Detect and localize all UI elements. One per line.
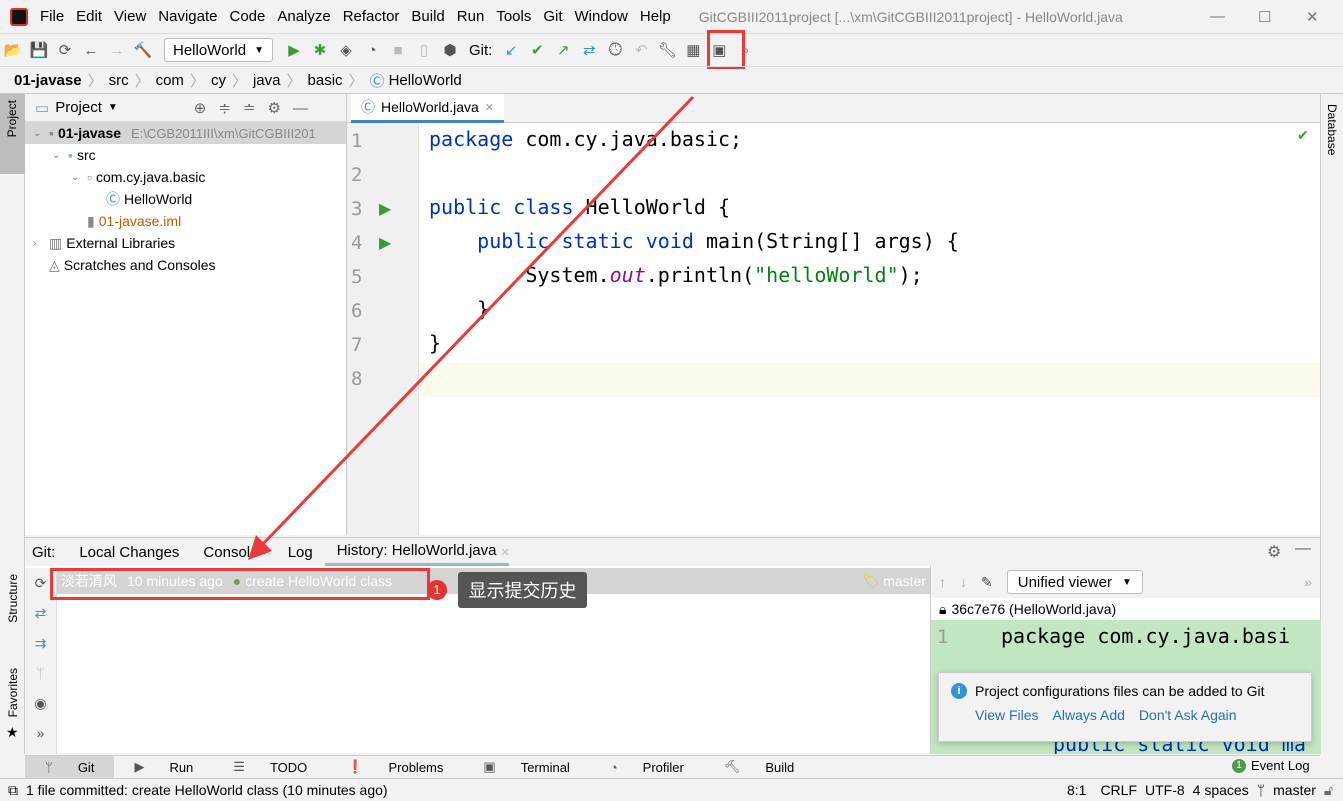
event-log-count: 1	[1232, 758, 1246, 773]
todo-icon: ☰	[233, 759, 245, 774]
build-icon: 🔨︎	[723, 759, 741, 774]
status-message[interactable]: 1 file committed: create HelloWorld clas…	[26, 782, 388, 798]
event-log-label: Event Log	[1251, 758, 1310, 773]
tool-label: Profiler	[642, 759, 684, 775]
problems-icon: ❗	[347, 759, 364, 774]
tool-label: Git	[77, 759, 95, 775]
run-icon: ▶	[134, 759, 145, 774]
tool-profiler[interactable]: ◔ Profiler	[590, 756, 704, 779]
tool-todo[interactable]: ☰ TODO	[213, 756, 327, 779]
indent-setting[interactable]: 4 spaces	[1193, 782, 1249, 798]
status-bar: ⧉ 1 file committed: create HelloWorld cl…	[0, 778, 1343, 801]
terminal-icon: ▣	[483, 759, 496, 774]
notification-text: Project configurations files can be adde…	[975, 683, 1265, 699]
bottom-tool-bar: ᛘ Git ▶ Run ☰ TODO ❗ Problems ▣ Terminal ◔ Profiler…	[25, 755, 1320, 779]
tool-build[interactable]: 🔨︎ Build	[704, 756, 814, 779]
notification-balloon: i Project configurations files can be add…	[938, 672, 1312, 742]
git-icon: ᛘ	[45, 759, 53, 775]
tool-label: Problems	[388, 759, 444, 775]
profiler-icon: ◔	[609, 759, 618, 775]
notification-action-always-add[interactable]: Always Add	[1053, 707, 1125, 723]
tool-label: Terminal	[520, 759, 570, 775]
tool-git[interactable]: ᛘ Git	[25, 755, 115, 779]
tool-terminal[interactable]: ▣ Terminal	[463, 756, 589, 779]
status-icon: ⧉	[8, 781, 18, 798]
file-encoding[interactable]: UTF-8	[1145, 782, 1185, 798]
line-separator[interactable]: CRLF	[1100, 782, 1137, 798]
git-branch-widget[interactable]: master	[1273, 782, 1316, 798]
tool-label: Build	[765, 759, 795, 775]
tool-run[interactable]: ▶ Run	[114, 756, 213, 779]
notification-action-view-files[interactable]: View Files	[975, 707, 1039, 723]
tool-label: Run	[169, 759, 194, 775]
caret-position[interactable]: 8:1	[1067, 782, 1086, 798]
notification-action-don-t-ask-again[interactable]: Don't Ask Again	[1139, 707, 1237, 723]
tool-label: TODO	[269, 759, 308, 775]
tool-problems[interactable]: ❗ Problems	[327, 756, 463, 779]
event-log-button[interactable]: 1 Event Log	[1232, 758, 1310, 773]
arrow-line	[260, 95, 695, 547]
info-icon: i	[951, 683, 967, 699]
lock-icon[interactable]: 🔓︎	[1324, 782, 1333, 799]
branch-icon: ᛘ	[1256, 782, 1266, 798]
